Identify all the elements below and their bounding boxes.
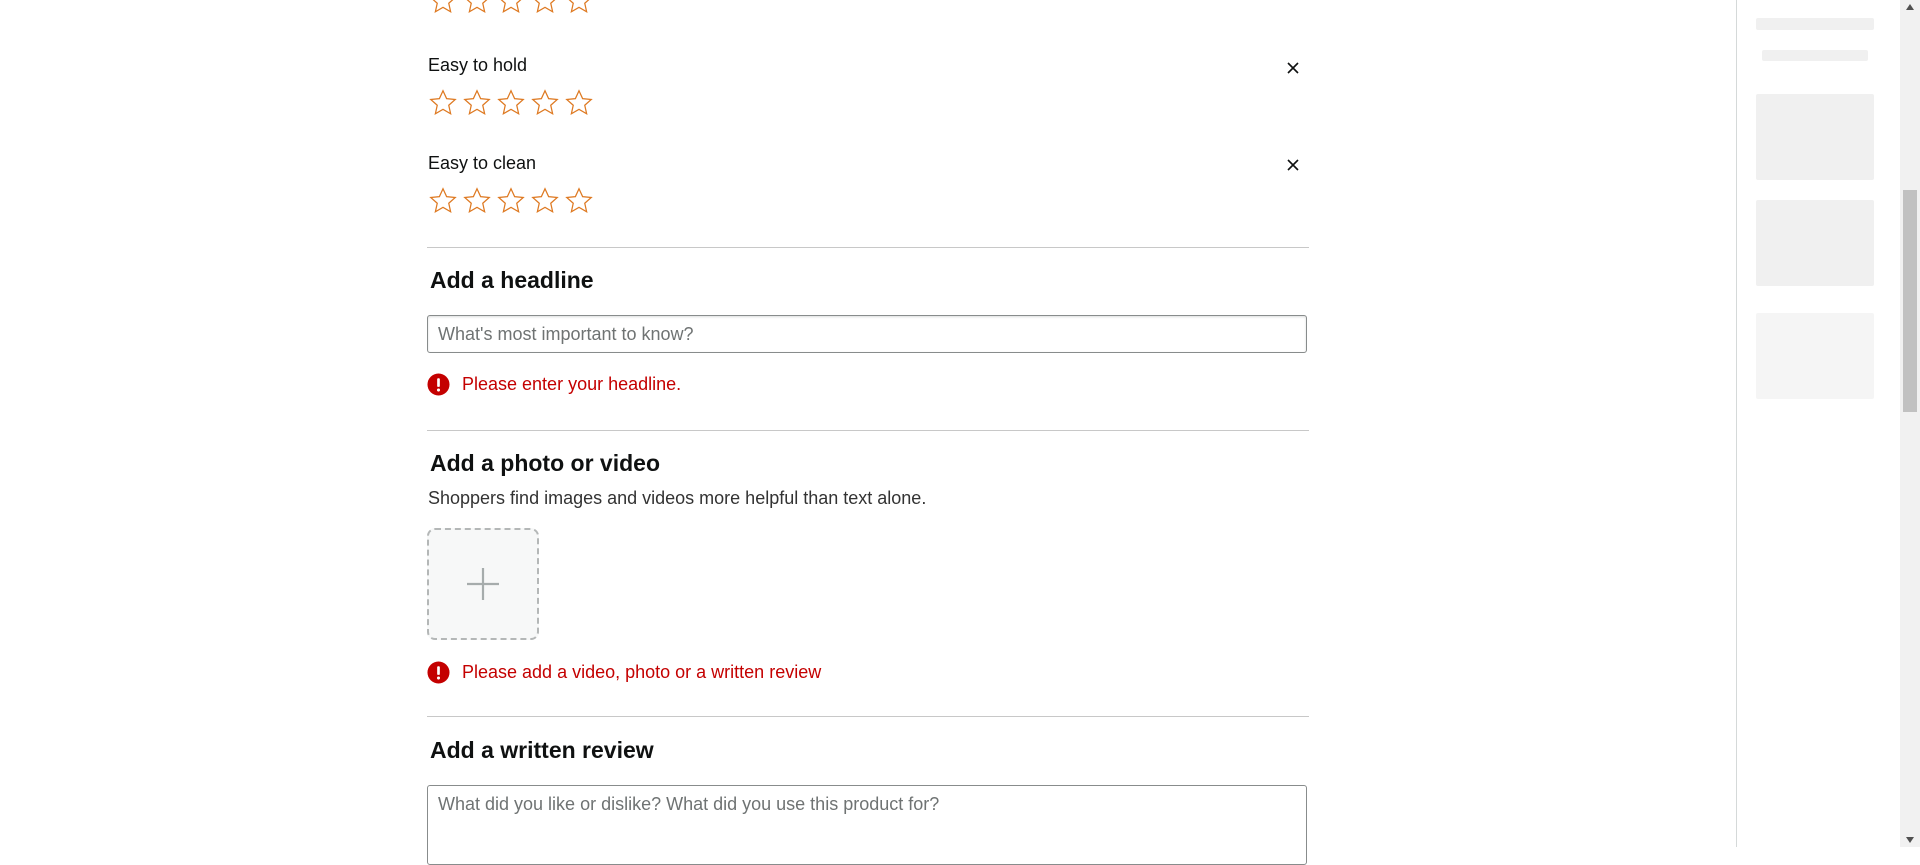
review-form: Easy to hold Easy to clean Add a headlin… [427, 0, 1309, 865]
media-error: Please add a video, photo or a written r… [427, 661, 821, 684]
remove-attribute-easy-to-hold-button[interactable] [1283, 58, 1303, 78]
scrollbar-thumb[interactable] [1903, 190, 1917, 412]
section-divider [427, 247, 1309, 248]
headline-section-title: Add a headline [430, 267, 594, 293]
plus-icon [467, 568, 499, 600]
star-icon[interactable] [495, 186, 527, 216]
skeleton-block [1756, 94, 1874, 180]
rating-stars-easy-to-hold [427, 88, 595, 118]
media-error-text: Please add a video, photo or a written r… [462, 662, 822, 682]
skeleton-line [1762, 50, 1868, 61]
error-icon [427, 373, 450, 396]
star-icon[interactable] [529, 186, 561, 216]
side-panel-divider [1736, 0, 1737, 847]
skeleton-line [1756, 18, 1874, 30]
close-icon [1287, 159, 1299, 171]
add-media-button[interactable] [427, 528, 539, 640]
section-divider [427, 716, 1309, 717]
star-icon[interactable] [495, 88, 527, 118]
media-helper-text: Shoppers find images and videos more hel… [428, 488, 927, 508]
error-icon [427, 661, 450, 684]
star-icon[interactable] [461, 88, 493, 118]
skeleton-block [1756, 313, 1874, 399]
remove-attribute-easy-to-clean-button[interactable] [1283, 155, 1303, 175]
headline-error: Please enter your headline. [427, 373, 681, 396]
star-icon[interactable] [461, 0, 493, 16]
star-icon[interactable] [529, 0, 561, 16]
headline-error-text: Please enter your headline. [462, 374, 682, 394]
star-icon[interactable] [427, 88, 459, 118]
section-divider [427, 430, 1309, 431]
star-icon[interactable] [563, 0, 595, 16]
media-section-title: Add a photo or video [430, 450, 660, 476]
star-icon[interactable] [461, 186, 493, 216]
attribute-label-easy-to-clean: Easy to clean [428, 153, 537, 173]
rating-stars-easy-to-clean [427, 186, 595, 216]
written-review-textarea[interactable] [427, 785, 1307, 865]
scroll-up-arrow-icon[interactable] [1900, 0, 1920, 14]
page-scrollbar[interactable] [1900, 0, 1920, 847]
close-icon [1287, 62, 1299, 74]
written-review-section-title: Add a written review [430, 737, 654, 763]
star-icon[interactable] [563, 88, 595, 118]
star-icon[interactable] [529, 88, 561, 118]
skeleton-block [1756, 200, 1874, 286]
attribute-label-easy-to-hold: Easy to hold [428, 55, 528, 75]
scroll-down-arrow-icon[interactable] [1900, 833, 1920, 847]
rating-stars-row-1 [427, 0, 595, 16]
star-icon[interactable] [495, 0, 527, 16]
headline-input[interactable] [427, 315, 1307, 353]
star-icon[interactable] [427, 186, 459, 216]
star-icon[interactable] [563, 186, 595, 216]
star-icon[interactable] [427, 0, 459, 16]
